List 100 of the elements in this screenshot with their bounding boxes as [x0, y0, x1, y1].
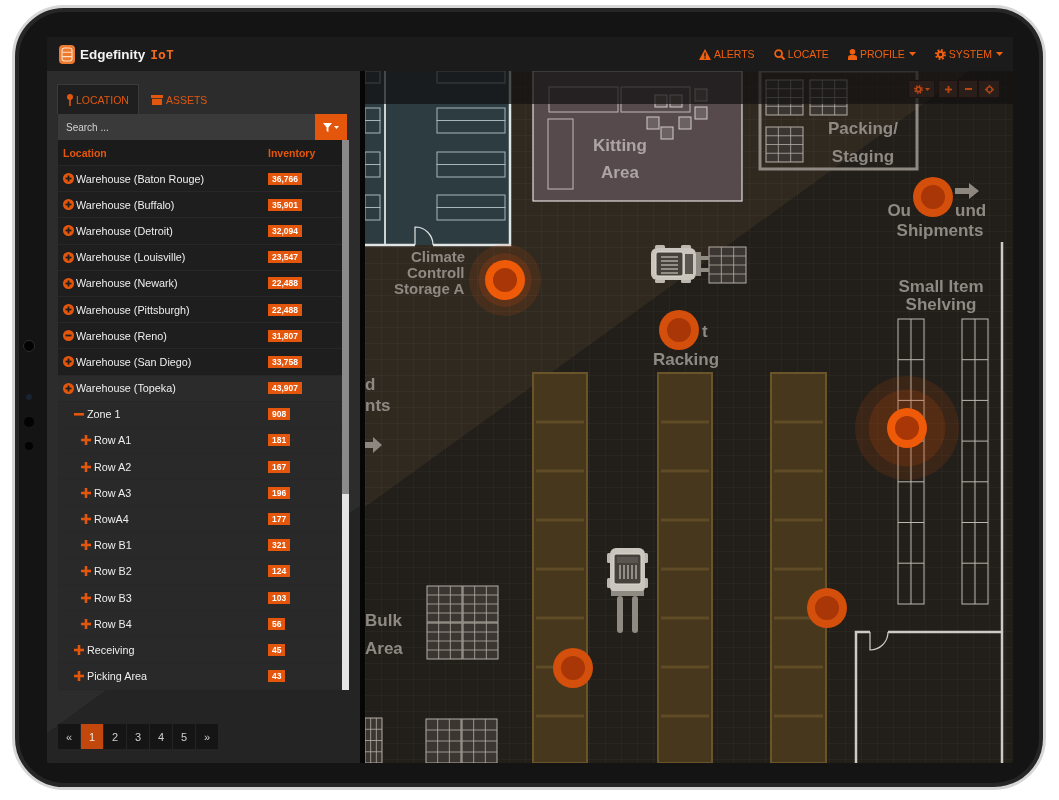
- tree-row[interactable]: Warehouse (Louisville) 23,547: [58, 244, 342, 271]
- tree-row[interactable]: Picking Area 43: [58, 663, 342, 690]
- location-name: Row A1: [94, 434, 132, 447]
- app-title-suffix: IoT: [150, 46, 174, 62]
- tree-row[interactable]: Row B2 124: [58, 558, 342, 585]
- location-name: Row B4: [94, 617, 132, 630]
- tree-row[interactable]: Receiving 45: [58, 637, 342, 664]
- count-badge: 43,907: [268, 382, 302, 395]
- count-badge: 33,758: [268, 355, 302, 368]
- page-button[interactable]: 4: [150, 724, 172, 749]
- location-marker-icon[interactable]: [659, 310, 699, 350]
- user-icon: [847, 48, 857, 60]
- page-button[interactable]: 5: [173, 724, 195, 749]
- search-icon: [773, 48, 785, 60]
- location-name: Picking Area: [87, 670, 147, 683]
- pallet-icon: [426, 622, 463, 660]
- pallet-icon: [708, 246, 747, 284]
- location-marker-icon[interactable]: [855, 376, 959, 480]
- count-badge: 22,488: [268, 277, 302, 290]
- tab[interactable]: ASSETS: [140, 84, 218, 114]
- app-title: Edgefinity: [80, 46, 146, 62]
- column-header: Location: [62, 146, 108, 159]
- map-label: Shipments: [896, 221, 984, 240]
- location-marker-icon[interactable]: [807, 588, 847, 628]
- tree-row[interactable]: Warehouse (Newark) 22,488: [58, 270, 342, 297]
- pin-icon: [67, 93, 73, 106]
- caret-icon: [334, 125, 339, 129]
- count-badge: 124: [268, 565, 291, 578]
- location-name: Zone 1: [87, 408, 121, 421]
- nav-link[interactable]: LOCATE: [773, 48, 829, 60]
- sensor-icon: [26, 394, 32, 400]
- filter-icon: [323, 122, 332, 132]
- nav-link[interactable]: SYSTEM: [934, 48, 1003, 60]
- tree-row[interactable]: Warehouse (San Diego) 33,758: [58, 349, 342, 376]
- door-swing: [869, 631, 889, 651]
- filter-button[interactable]: [315, 114, 347, 140]
- arrow-icon: [365, 437, 382, 453]
- count-badge: 103: [268, 591, 291, 604]
- tree-row[interactable]: Warehouse (Reno) 31,807: [58, 323, 342, 350]
- count-badge: 908: [268, 408, 291, 421]
- tree-row[interactable]: Warehouse (Pittsburgh) 22,488: [58, 296, 342, 324]
- shelf: [436, 107, 506, 134]
- tree-row[interactable]: Warehouse (Buffalo) 35,901: [58, 192, 342, 219]
- count-badge: 181: [268, 434, 291, 447]
- map-label: und: [955, 201, 987, 220]
- logo-icon: [59, 44, 75, 64]
- count-badge: 35,901: [268, 198, 302, 211]
- location-name: Row B3: [94, 591, 132, 604]
- map-label: Small Item Shelving: [898, 277, 984, 314]
- page-button[interactable]: »: [196, 724, 218, 749]
- count-badge: 196: [268, 486, 291, 499]
- location-name: Warehouse (Reno): [76, 329, 167, 342]
- tree-row[interactable]: Row B3 103: [58, 585, 342, 612]
- map-label: Bulk Area: [365, 611, 403, 658]
- page-button[interactable]: 2: [104, 724, 126, 749]
- tree-row[interactable]: Warehouse (Detroit) 32,094: [58, 218, 342, 245]
- forklift-icon: [651, 245, 709, 283]
- count-badge: 321: [268, 539, 291, 552]
- count-badge: 31,807: [268, 329, 302, 342]
- count-badge: 167: [268, 460, 291, 473]
- location-marker-icon[interactable]: [553, 648, 593, 688]
- sensor-icon: [23, 340, 35, 352]
- nav-link[interactable]: PROFILE: [847, 48, 916, 60]
- map-settings-button[interactable]: [908, 80, 935, 98]
- warning-icon: [698, 48, 711, 60]
- map-label: Kitting Area: [593, 136, 647, 182]
- count-badge: 45: [268, 643, 286, 656]
- location-name: Warehouse (Pittsburgh): [76, 303, 190, 316]
- workbench: [547, 118, 574, 190]
- arrow-icon: [955, 183, 979, 199]
- location-marker-icon[interactable]: [913, 177, 953, 217]
- count-badge: 22,488: [268, 303, 302, 316]
- pallet-icon: [365, 717, 383, 763]
- page-button[interactable]: 1: [81, 724, 103, 749]
- tree-row[interactable]: Row B1 321: [58, 532, 342, 559]
- zoom-in-button[interactable]: [938, 80, 958, 98]
- scrollbar-thumb[interactable]: [342, 494, 349, 690]
- tree-row[interactable]: Row B4 56: [58, 611, 342, 638]
- pallet-icon: [765, 126, 804, 163]
- settings-icon: [913, 84, 923, 94]
- map-label: Packing/ Staging: [828, 119, 898, 166]
- parts-bin: [694, 106, 708, 120]
- location-name: Warehouse (Buffalo): [76, 198, 175, 211]
- page-button[interactable]: 3: [127, 724, 149, 749]
- map-label: Climate Controll Storage A: [394, 248, 466, 297]
- location-marker-icon[interactable]: [469, 244, 541, 316]
- scrollbar[interactable]: [342, 140, 349, 690]
- archive-icon: [150, 94, 163, 105]
- nav-link[interactable]: ALERTS: [698, 48, 755, 60]
- pallet-icon: [462, 585, 499, 623]
- recenter-button[interactable]: [978, 80, 1000, 98]
- tab[interactable]: LOCATION: [57, 84, 139, 114]
- caret-icon: [924, 87, 930, 91]
- count-badge: 43: [268, 670, 286, 683]
- location-name: Warehouse (Baton Rouge): [76, 172, 205, 185]
- zoom-out-button[interactable]: [958, 80, 978, 98]
- tree-row[interactable]: Warehouse (Baton Rouge) 36,766: [58, 166, 342, 193]
- page-button[interactable]: «: [58, 724, 80, 749]
- search-field[interactable]: Search ...: [58, 114, 315, 140]
- count-badge: 56: [268, 617, 286, 630]
